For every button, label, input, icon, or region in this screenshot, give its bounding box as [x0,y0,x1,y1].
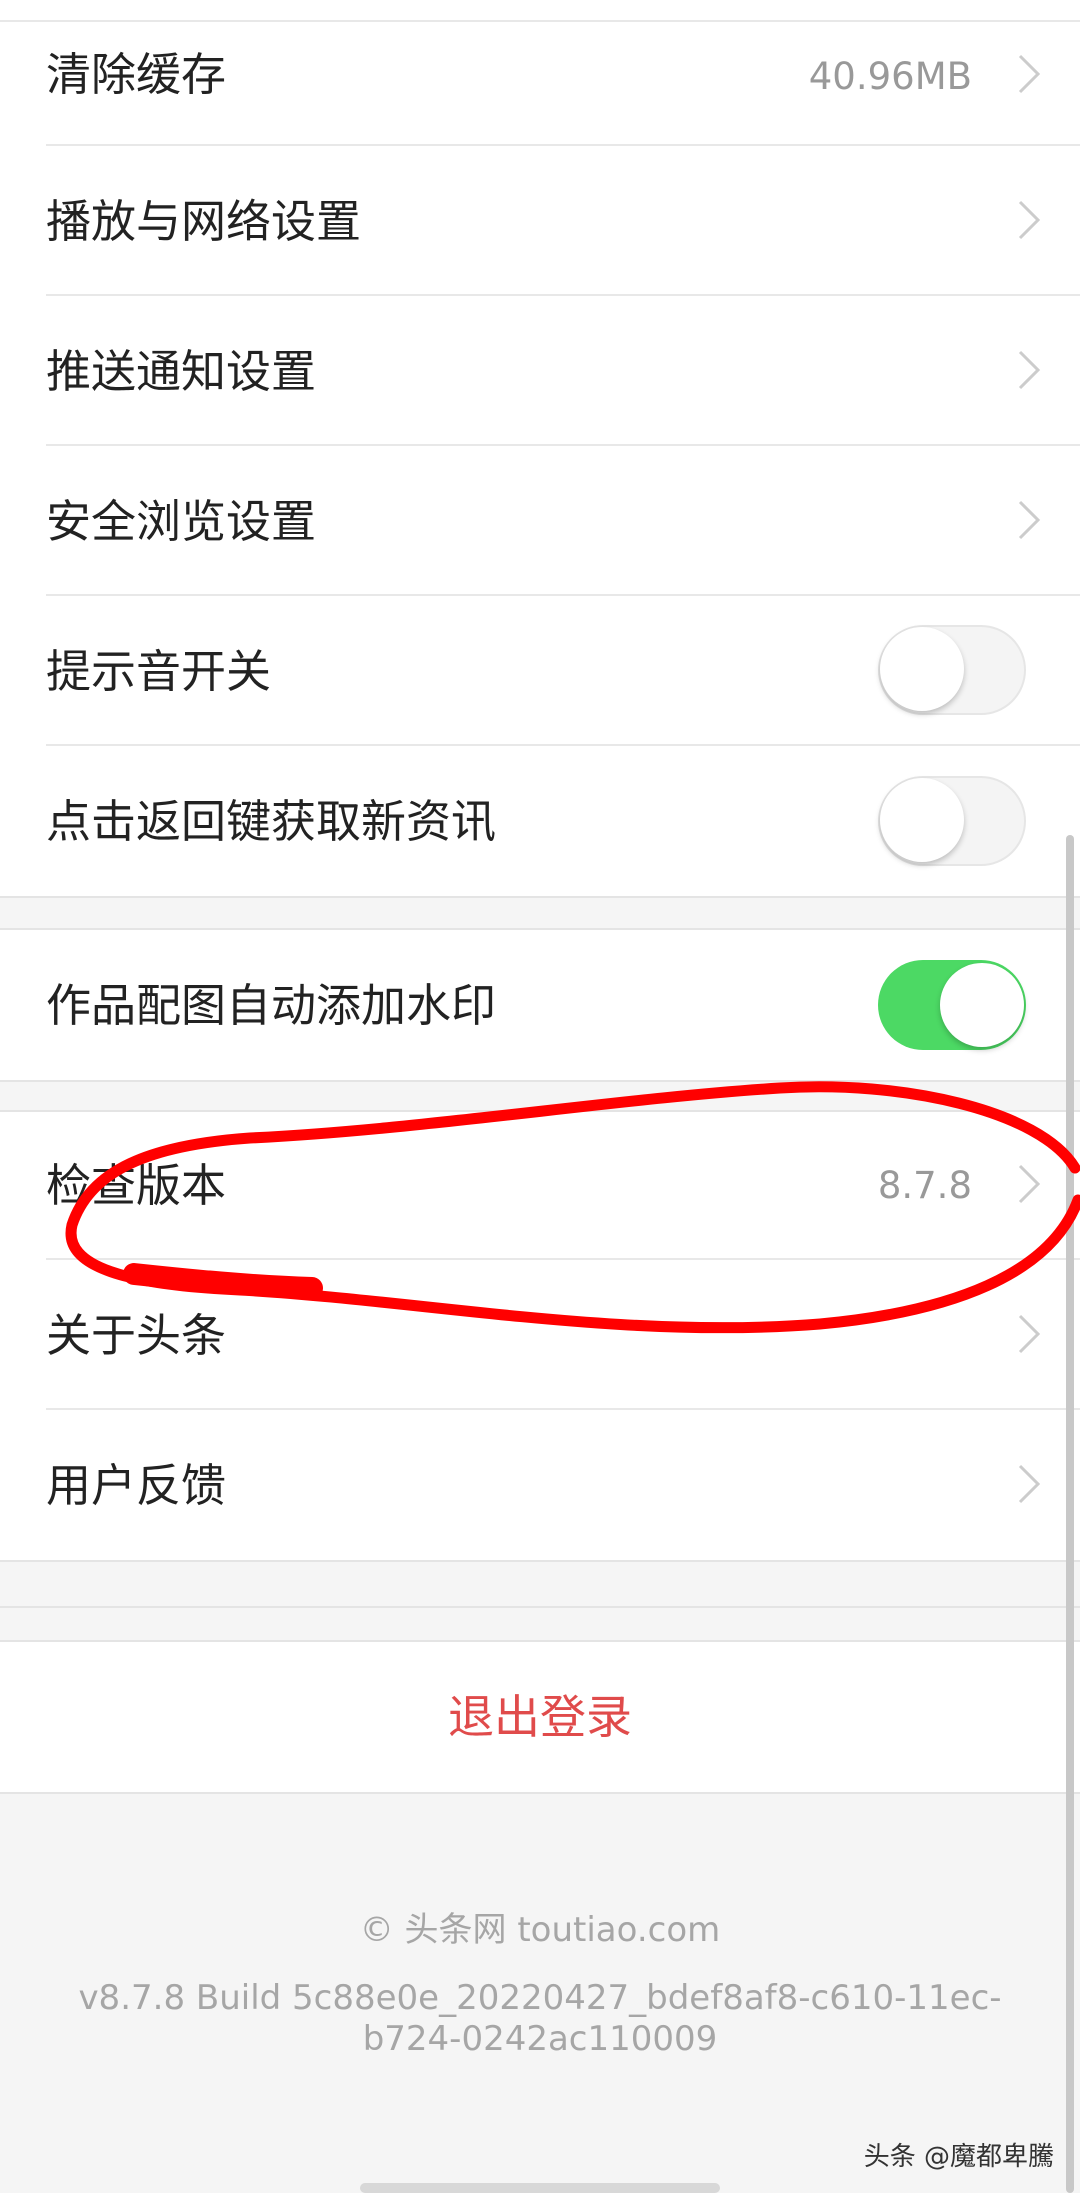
build-info-text: v8.7.8 Build 5c88e0e_20220427_bdef8af8-c… [78,1978,1002,2059]
check-version-label: 检查版本 [46,1159,227,1212]
back-refresh-label: 点击返回键获取新资讯 [46,795,497,848]
chevron-right-icon [1018,1464,1041,1504]
scrollbar[interactable] [1066,835,1074,2193]
clear-cache-label: 清除缓存 [46,48,227,101]
auto-watermark-toggle-switch[interactable] [878,960,1026,1050]
logout-section: 退出登录 [0,1642,1080,1792]
about-toutiao-label: 关于头条 [46,1309,227,1362]
section-divider [0,1606,1080,1608]
safe-browsing-label: 安全浏览设置 [46,495,317,548]
toggle-knob [880,627,964,711]
auto-watermark-label: 作品配图自动添加水印 [46,979,497,1032]
auto-watermark-row: 作品配图自动添加水印 [0,930,1080,1080]
section-divider [0,896,1080,898]
chevron-right-icon [1018,500,1041,540]
push-notifications-row[interactable]: 推送通知设置 [0,296,1080,444]
logout-button[interactable]: 退出登录 [0,1694,1080,1740]
feedback-label: 用户反馈 [46,1459,227,1512]
feedback-row[interactable]: 用户反馈 [0,1410,1080,1560]
push-notifications-label: 推送通知设置 [46,345,317,398]
home-indicator[interactable] [360,2183,720,2193]
about-toutiao-row[interactable]: 关于头条 [0,1260,1080,1408]
toggle-knob [880,778,964,862]
version-value: 8.7.8 [877,1164,972,1207]
playback-network-row[interactable]: 播放与网络设置 [0,146,1080,294]
chevron-right-icon [1018,200,1041,240]
watermark-section: 作品配图自动添加水印 [0,930,1080,1080]
section-divider [0,1080,1080,1082]
sound-toggle-row: 提示音开关 [0,596,1080,744]
toggle-knob [940,963,1024,1047]
image-watermark: 头条 @魔都卑騰 [863,2142,1054,2172]
about-section: 检查版本 8.7.8 关于头条 用户反馈 [0,1112,1080,1560]
cache-size-value: 40.96MB [808,55,972,98]
playback-network-label: 播放与网络设置 [46,195,362,248]
chevron-right-icon [1018,350,1041,390]
safe-browsing-row[interactable]: 安全浏览设置 [0,446,1080,594]
clear-cache-row[interactable]: 清除缓存 40.96MB [0,22,1080,144]
back-refresh-row: 点击返回键获取新资讯 [0,746,1080,896]
chevron-right-icon [1018,1164,1041,1204]
chevron-right-icon [1018,54,1041,94]
chevron-right-icon [1018,1314,1041,1354]
section-divider [0,1792,1080,1794]
back-refresh-toggle-switch[interactable] [878,776,1026,866]
sound-toggle-switch[interactable] [878,625,1026,715]
section-divider [0,1560,1080,1562]
sound-toggle-label: 提示音开关 [46,645,272,698]
check-version-row[interactable]: 检查版本 8.7.8 [0,1112,1080,1258]
general-settings-section: 清除缓存 40.96MB 播放与网络设置 推送通知设置 安全浏览设置 提示音开关… [0,0,1080,898]
copyright-text: © 头条网 toutiao.com [359,1910,721,1950]
